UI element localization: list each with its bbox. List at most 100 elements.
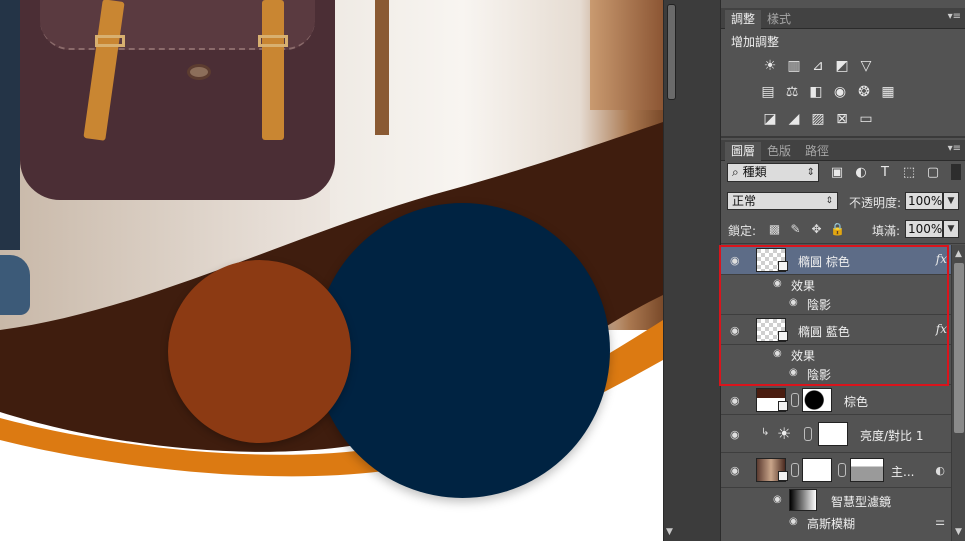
layer-name[interactable]: 主...	[891, 463, 914, 480]
tab-paths[interactable]: 路徑	[799, 142, 835, 161]
lock-icons: ▩ ✎ ✥ 🔒	[767, 221, 845, 236]
brightness-icon[interactable]: ☀	[761, 57, 779, 75]
lock-paint-icon[interactable]: ✎	[788, 221, 803, 236]
effect-row-drop-shadow[interactable]: ◉ 陰影	[721, 293, 951, 315]
curves-icon[interactable]: ⊿	[809, 57, 827, 75]
photo-filter-icon[interactable]: ◉	[831, 83, 849, 101]
scrollbar-thumb[interactable]	[954, 263, 964, 433]
gradient-map-icon[interactable]: ▭	[857, 110, 875, 128]
lock-move-icon[interactable]: ✥	[809, 221, 824, 236]
lock-transparency-icon[interactable]: ▩	[767, 221, 782, 236]
ellipse-brown	[168, 260, 351, 443]
fill-label: 填滿:	[872, 224, 901, 238]
smart-object-filter-icon[interactable]: ▢	[925, 164, 941, 180]
opacity-input[interactable]: 100%	[905, 192, 943, 210]
document-canvas[interactable]	[0, 0, 663, 541]
layer-name[interactable]: 亮度/對比 1	[860, 427, 924, 444]
fill-input[interactable]: 100%	[905, 220, 943, 238]
layer-name[interactable]: 橢圓 棕色	[798, 253, 850, 270]
effect-row-drop-shadow[interactable]: ◉ 陰影	[721, 363, 951, 385]
link-icon[interactable]	[838, 463, 846, 477]
layer-row-main-photo[interactable]: ◉ 主... ◐	[721, 453, 951, 488]
selective-color-icon[interactable]: ⊠	[833, 110, 851, 128]
tab-styles[interactable]: 樣式	[761, 10, 797, 29]
layer-mask-thumbnail[interactable]	[802, 388, 832, 412]
filter-label: 高斯模糊	[807, 517, 856, 531]
layers-scrollbar[interactable]: ▲ ▼	[951, 245, 965, 541]
panel-menu-icon[interactable]: ▾≡	[948, 11, 961, 22]
blend-mode-select[interactable]: 正常 ⇕	[727, 192, 838, 210]
tab-adjustments[interactable]: 調整	[725, 10, 762, 29]
layers-list: ◉ 橢圓 棕色 fx ◉ 效果 ◉ 陰影 ◉ 橢圓 藍色 fx ◉ 效果 ◉ 陰…	[721, 245, 951, 541]
fx-icon[interactable]: fx	[936, 322, 947, 336]
shape-badge-icon	[778, 261, 788, 271]
panel-menu-icon[interactable]: ▾≡	[948, 143, 961, 154]
eye-icon[interactable]: ◉	[773, 348, 787, 359]
layer-name[interactable]: 棕色	[844, 393, 868, 410]
hue-saturation-icon[interactable]: ▤	[759, 83, 777, 101]
fx-icon[interactable]: fx	[936, 252, 947, 266]
eye-icon[interactable]: ◉	[730, 394, 746, 407]
scroll-down-arrow-icon[interactable]: ▼	[666, 527, 673, 537]
pixel-filter-icon[interactable]: ▣	[829, 164, 845, 180]
filter-row-gaussian-blur[interactable]: ◉ 高斯模糊 ⚌	[721, 512, 951, 532]
filter-blending-options-icon[interactable]: ⚌	[935, 515, 945, 528]
scroll-down-arrow-icon[interactable]: ▼	[955, 527, 962, 537]
vector-mask-thumbnail[interactable]	[850, 458, 884, 482]
layer-mask-thumbnail[interactable]	[802, 458, 832, 482]
eye-icon[interactable]: ◉	[789, 297, 803, 308]
shape-filter-icon[interactable]: ⬚	[901, 164, 917, 180]
filter-toggle-switch[interactable]	[951, 164, 961, 180]
eye-icon[interactable]: ◉	[730, 428, 746, 441]
black-white-icon[interactable]: ◧	[807, 83, 825, 101]
chevron-updown-icon: ⇕	[825, 196, 833, 206]
exposure-icon[interactable]: ◩	[833, 57, 851, 75]
eye-icon[interactable]: ◉	[773, 494, 787, 505]
eye-icon[interactable]: ◉	[730, 464, 746, 477]
opacity-dropdown-button[interactable]: ▼	[943, 192, 959, 210]
panels-dock: 調整 樣式 ▾≡ 增加調整 ☀ ▥ ⊿ ◩ ▽ ▤ ⚖ ◧ ◉ ❂ ▦ ◪ ◢ …	[720, 0, 965, 541]
adjustment-filter-icon[interactable]: ◐	[853, 164, 869, 180]
eye-icon[interactable]: ◉	[789, 516, 803, 527]
levels-icon[interactable]: ▥	[785, 57, 803, 75]
canvas-vertical-scrollbar[interactable]: ▼	[663, 0, 678, 541]
layer-name[interactable]: 橢圓 藍色	[798, 323, 850, 340]
smart-filter-toggle-icon[interactable]: ◐	[935, 464, 945, 477]
lock-all-icon[interactable]: 🔒	[830, 221, 845, 236]
layer-row-ellipse-brown[interactable]: ◉ 橢圓 棕色 fx	[721, 245, 951, 275]
layer-row-brightness-contrast[interactable]: ◉ ↳ ☀ 亮度/對比 1	[721, 415, 951, 453]
shape-badge-icon	[778, 401, 788, 411]
eye-icon[interactable]: ◉	[789, 367, 803, 378]
link-icon[interactable]	[804, 427, 812, 441]
vibrance-icon[interactable]: ▽	[857, 57, 875, 75]
invert-icon[interactable]: ◪	[761, 110, 779, 128]
scroll-up-arrow-icon[interactable]: ▲	[955, 249, 962, 259]
link-icon[interactable]	[791, 393, 799, 407]
panel-divider	[721, 243, 965, 244]
channel-mixer-icon[interactable]: ❂	[855, 83, 873, 101]
layer-filter-select[interactable]: ⌕ 種類 ⇕	[727, 163, 819, 182]
posterize-icon[interactable]: ◢	[785, 110, 803, 128]
effects-row[interactable]: ◉ 效果	[721, 275, 951, 293]
eye-icon[interactable]: ◉	[773, 278, 787, 289]
layer-row-brown[interactable]: ◉ 棕色	[721, 385, 951, 415]
smart-filter-mask-thumbnail[interactable]	[789, 489, 817, 511]
threshold-icon[interactable]: ▨	[809, 110, 827, 128]
smart-filters-row[interactable]: ◉ 智慧型濾鏡	[721, 488, 951, 512]
link-icon[interactable]	[791, 463, 799, 477]
opacity-label: 不透明度:	[849, 196, 902, 210]
eye-icon[interactable]: ◉	[730, 324, 746, 337]
blend-mode-value: 正常	[732, 194, 757, 208]
color-balance-icon[interactable]: ⚖	[783, 83, 801, 101]
filter-kind-value: 種類	[742, 165, 767, 179]
scrollbar-thumb[interactable]	[667, 4, 676, 100]
tab-layers[interactable]: 圖層	[725, 142, 762, 161]
eye-icon[interactable]: ◉	[730, 254, 746, 267]
tab-channels[interactable]: 色版	[761, 142, 797, 161]
color-lookup-icon[interactable]: ▦	[879, 83, 897, 101]
type-filter-icon[interactable]: T	[877, 164, 893, 180]
layer-row-ellipse-blue[interactable]: ◉ 橢圓 藍色 fx	[721, 315, 951, 345]
layer-mask-thumbnail[interactable]	[818, 422, 848, 446]
fill-dropdown-button[interactable]: ▼	[943, 220, 959, 238]
effects-row[interactable]: ◉ 效果	[721, 345, 951, 363]
